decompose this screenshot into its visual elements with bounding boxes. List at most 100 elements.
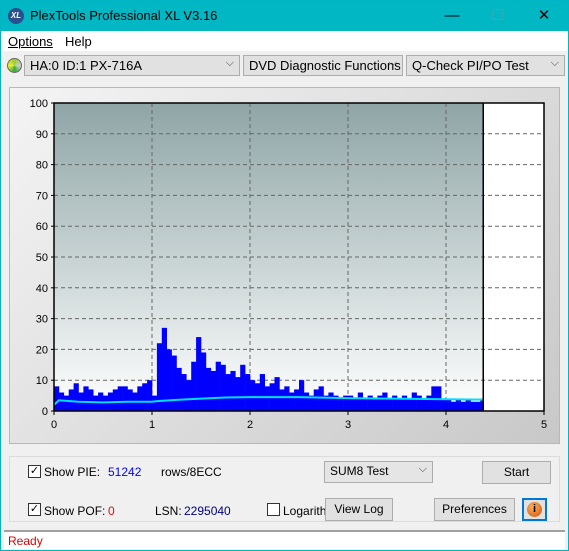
- y-tick-label: 40: [36, 283, 48, 295]
- pie-bar: [235, 377, 241, 411]
- pie-bar: [279, 389, 285, 411]
- preferences-button[interactable]: Preferences: [434, 498, 515, 521]
- x-tick-label: 4: [443, 419, 449, 431]
- pie-bar: [196, 337, 202, 411]
- show-pie-label: Show PIE:: [44, 465, 101, 479]
- close-button[interactable]: ✕: [521, 1, 567, 31]
- pie-bar: [362, 398, 368, 411]
- sum8-test-select[interactable]: SUM8 Test ⌵: [324, 461, 433, 483]
- x-tick-label: 5: [541, 419, 547, 431]
- y-tick-label: 30: [36, 314, 48, 326]
- show-pof-checkbox[interactable]: ✓: [28, 503, 41, 516]
- pipo-chart: 0 10 20 30 40 50 60 70 80 90 100 0 1 2 3 4 5: [30, 98, 547, 431]
- units-label: rows/8ECC: [161, 465, 222, 479]
- pie-bar: [357, 392, 363, 411]
- pie-bar: [245, 374, 251, 411]
- pie-bar: [230, 370, 236, 411]
- pie-bar: [122, 386, 128, 411]
- pie-bar: [191, 361, 197, 411]
- drive-select[interactable]: HA:0 ID:1 PX-716A ⌵: [24, 55, 240, 76]
- pie-bar: [284, 386, 290, 411]
- chevron-down-icon: ⌵: [388, 57, 397, 69]
- pie-bar: [176, 367, 182, 411]
- y-tick-label: 50: [36, 252, 48, 264]
- chevron-down-icon: ⌵: [550, 57, 559, 69]
- y-tick-label: 0: [42, 406, 48, 418]
- disc-drive-icon: [7, 58, 22, 73]
- x-tick-label: 1: [149, 419, 155, 431]
- y-tick-label: 90: [36, 129, 48, 141]
- y-tick-label: 10: [36, 375, 48, 387]
- pie-bar: [142, 383, 148, 411]
- pie-bar: [274, 377, 280, 411]
- chevron-down-icon: ⌵: [418, 463, 427, 475]
- pie-bar: [166, 349, 172, 411]
- pie-bar: [83, 386, 89, 411]
- y-tick-label: 60: [36, 221, 48, 233]
- pie-bar: [411, 392, 417, 411]
- minimize-button[interactable]: —: [429, 1, 475, 31]
- menu-options[interactable]: Options: [8, 34, 53, 49]
- pie-bar: [387, 398, 393, 411]
- pie-bar: [259, 374, 265, 411]
- pie-bar: [460, 401, 466, 411]
- pie-bar: [117, 386, 123, 411]
- pie-bar: [264, 386, 270, 411]
- pie-bar: [220, 364, 226, 411]
- maximize-button[interactable]: ☐: [475, 1, 521, 31]
- chevron-down-icon: ⌵: [225, 57, 234, 69]
- show-pie-checkbox[interactable]: ✓: [28, 465, 41, 478]
- pie-bar: [210, 370, 216, 411]
- pie-bar: [299, 380, 305, 411]
- pie-bar: [225, 374, 231, 411]
- pie-bar: [441, 398, 447, 411]
- control-panel: ✓ Show PIE: 51242 rows/8ECC ✓ Show POF: …: [9, 456, 560, 522]
- pie-bar: [152, 395, 158, 411]
- pie-bar: [112, 389, 118, 411]
- pie-bar: [397, 398, 403, 411]
- pie-bar: [382, 392, 388, 411]
- function-select[interactable]: DVD Diagnostic Functions ⌵: [243, 55, 403, 76]
- pie-bar: [338, 398, 344, 411]
- lsn-label: LSN:: [155, 504, 182, 518]
- pie-bar: [446, 398, 452, 411]
- unscanned-area: [483, 103, 544, 411]
- pie-bar: [455, 398, 461, 411]
- pie-bar: [58, 392, 65, 411]
- menu-help[interactable]: Help: [65, 34, 92, 49]
- y-tick-label: 20: [36, 344, 48, 356]
- pie-bar: [63, 395, 69, 411]
- y-tick-label: 80: [36, 160, 48, 172]
- test-select[interactable]: Q-Check PI/PO Test ⌵: [406, 55, 565, 76]
- status-text: Ready: [8, 534, 43, 548]
- x-tick-label: 3: [345, 419, 351, 431]
- pie-bar: [54, 386, 60, 411]
- title-bar: XL PlexTools Professional XL V3.16 — ☐ ✕: [1, 1, 568, 31]
- pie-bar: [318, 386, 324, 411]
- y-tick-label: 100: [30, 98, 48, 110]
- pie-bar: [93, 395, 99, 411]
- chart-area: 0 10 20 30 40 50 60 70 80 90 100 0 1 2 3 4 5: [9, 87, 560, 444]
- pie-bar: [475, 401, 481, 411]
- logarithmic-checkbox[interactable]: [267, 503, 280, 516]
- view-log-button[interactable]: View Log: [325, 498, 393, 521]
- pie-bar: [294, 389, 300, 411]
- pie-bar: [171, 355, 177, 411]
- window-title: PlexTools Professional XL V3.16: [30, 8, 218, 23]
- pie-bar: [73, 383, 79, 411]
- y-tick-label: 70: [36, 190, 48, 202]
- pie-bar: [313, 389, 319, 411]
- pie-value: 51242: [108, 465, 142, 479]
- pie-bar: [186, 380, 192, 411]
- pie-bar: [406, 398, 412, 411]
- pie-bar: [465, 398, 471, 411]
- start-button[interactable]: Start: [482, 461, 551, 484]
- info-button[interactable]: i: [522, 498, 547, 521]
- pie-bar: [328, 392, 334, 411]
- app-logo-icon: XL: [8, 8, 24, 24]
- menu-bar: Options Help: [1, 31, 568, 51]
- pie-bar: [426, 395, 432, 411]
- pie-bar: [289, 392, 295, 411]
- pie-bar: [250, 380, 256, 411]
- toolbar: HA:0 ID:1 PX-716A ⌵ DVD Diagnostic Functi…: [1, 53, 568, 79]
